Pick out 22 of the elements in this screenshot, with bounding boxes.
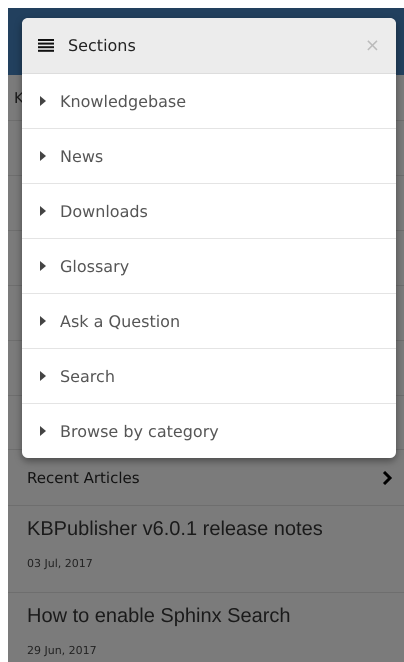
- caret-right-icon: [40, 316, 46, 326]
- section-link[interactable]: News: [22, 129, 396, 184]
- section-link[interactable]: Search: [22, 349, 396, 404]
- section-link[interactable]: Downloads: [22, 184, 396, 239]
- menu-icon: [38, 39, 54, 52]
- caret-right-icon: [40, 426, 46, 436]
- section-link[interactable]: Glossary: [22, 239, 396, 294]
- article-title[interactable]: How to enable Sphinx Search: [27, 605, 385, 628]
- article-date: 29 Jun, 2017: [27, 644, 98, 657]
- caret-right-icon: [40, 96, 46, 106]
- caret-right-icon: [40, 206, 46, 216]
- caret-right-icon: [40, 261, 46, 271]
- chevron-right-icon[interactable]: [382, 470, 392, 484]
- section-link[interactable]: Knowledgebase: [22, 74, 396, 129]
- section-link[interactable]: Browse by category: [22, 404, 396, 458]
- dialog-title: Sections: [68, 36, 137, 55]
- article-title[interactable]: KBPublisher v6.0.1 release notes: [27, 518, 385, 541]
- caret-right-icon: [40, 151, 46, 161]
- section-link[interactable]: Ask a Question: [22, 294, 396, 349]
- article-date: 03 Jul, 2017: [27, 557, 94, 570]
- caret-right-icon: [40, 371, 46, 381]
- section-heading: Recent Articles: [27, 468, 140, 486]
